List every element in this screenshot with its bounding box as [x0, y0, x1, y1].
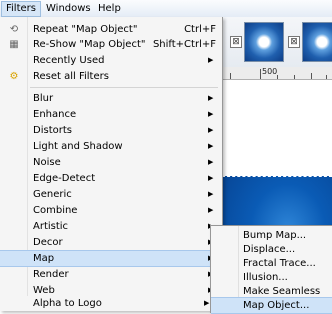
submenu-item-label: Fractal Trace...	[243, 258, 316, 269]
submenu-item-label: Displace...	[243, 244, 296, 255]
menu-item-label: Repeat "Map Object"	[33, 24, 138, 35]
menu-item-label: Noise	[33, 157, 61, 168]
ruler-tick	[311, 73, 312, 79]
menu-item-label: Decor	[33, 237, 63, 248]
ruler-tick	[260, 69, 261, 79]
menu-item-label: Reset all Filters	[33, 71, 109, 82]
menu-item-label: Enhance	[33, 109, 77, 120]
menu-item-alpha-to-logo[interactable]: Alpha to Logo ▶	[0, 296, 210, 311]
ruler-tick	[326, 75, 327, 79]
menu-item-blur[interactable]: Blur ▶	[0, 91, 222, 106]
submenu-item-fractal-trace[interactable]: Fractal Trace...	[211, 256, 332, 271]
menu-item-label: Alpha to Logo	[33, 298, 102, 309]
submenu-item-label: Illusion...	[243, 272, 288, 283]
submenu-arrow-icon: ▶	[208, 174, 214, 182]
menu-item-enhance[interactable]: Enhance ▶	[0, 107, 222, 122]
canvas-area[interactable]	[222, 80, 332, 176]
menu-item-edge-detect[interactable]: Edge-Detect ▶	[0, 171, 222, 186]
submenu-arrow-icon: ▶	[208, 94, 214, 102]
submenu-item-illusion[interactable]: Illusion...	[211, 270, 332, 285]
menu-item-label: Re-Show "Map Object"	[33, 39, 146, 50]
menu-item-shortcut: Ctrl+F	[184, 24, 216, 35]
ruler-tick	[277, 75, 278, 79]
menu-item-label: Combine	[33, 205, 78, 216]
submenu-arrow-icon: ▶	[208, 110, 214, 118]
menu-item-label: Artistic	[33, 221, 69, 232]
submenu-arrow-icon: ▶	[208, 190, 214, 198]
close-tab-icon[interactable]: ⊠	[288, 36, 300, 48]
menu-item-distorts[interactable]: Distorts ▶	[0, 123, 222, 138]
submenu-arrow-icon: ▶	[204, 299, 210, 307]
repeat-icon: ⟲	[9, 24, 19, 35]
menu-item-combine[interactable]: Combine ▶	[0, 203, 222, 218]
menu-item-noise[interactable]: Noise ▶	[0, 155, 222, 170]
submenu-item-displace[interactable]: Displace...	[211, 242, 332, 257]
submenu-item-map-object[interactable]: Map Object...	[211, 297, 332, 314]
submenu-item-bump-map[interactable]: Bump Map...	[211, 228, 332, 243]
menu-filters[interactable]: Filters	[1, 1, 41, 17]
menu-item-generic[interactable]: Generic ▶	[0, 187, 222, 202]
selection-marching-ants	[222, 176, 332, 177]
ruler-tick	[294, 75, 295, 79]
menu-item-recently-used[interactable]: Recently Used ▶	[0, 53, 222, 68]
image-tabs-bar: ⊠ ⊠	[222, 17, 332, 68]
menu-item-label: Recently Used	[33, 55, 105, 66]
submenu-arrow-icon: ▶	[208, 142, 214, 150]
menu-help[interactable]: Help	[94, 2, 125, 16]
menu-item-label: Distorts	[33, 125, 72, 136]
menu-item-decor[interactable]: Decor ▶	[0, 235, 222, 250]
filters-menu: ⟲ Repeat "Map Object" Ctrl+F ▦ Re-Show "…	[0, 17, 223, 312]
reshow-icon: ▦	[9, 39, 19, 50]
menu-item-label: Map	[33, 253, 55, 264]
image-tab-thumbnail[interactable]	[244, 22, 284, 62]
submenu-item-label: Bump Map...	[243, 230, 307, 241]
menu-windows[interactable]: Windows	[42, 2, 95, 16]
close-tab-icon[interactable]: ⊠	[230, 36, 242, 48]
image-tab-thumbnail[interactable]	[302, 22, 332, 62]
menu-separator	[30, 87, 218, 88]
submenu-item-label: Map Object...	[243, 300, 310, 311]
menu-item-artistic[interactable]: Artistic ▶	[0, 219, 222, 234]
submenu-arrow-icon: ▶	[208, 158, 214, 166]
submenu-arrow-icon: ▶	[208, 126, 214, 134]
menu-item-render[interactable]: Render ▶	[0, 267, 222, 282]
menu-item-label: Light and Shadow	[33, 141, 123, 152]
menu-item-reset-all-filters[interactable]: ⚙ Reset all Filters	[0, 69, 222, 84]
menubar: Filters Windows Help	[0, 0, 332, 18]
menu-item-label: Blur	[33, 93, 54, 104]
menu-item-reshow[interactable]: ▦ Re-Show "Map Object" Shift+Ctrl+F	[0, 37, 222, 52]
ruler-tick	[230, 73, 231, 79]
menu-item-label: Generic	[33, 189, 72, 200]
map-submenu: Bump Map... Displace... Fractal Trace...…	[210, 225, 332, 314]
ruler-label: 500	[262, 67, 278, 76]
menu-item-label: Edge-Detect	[33, 173, 96, 184]
horizontal-ruler: 500	[222, 67, 332, 80]
menu-item-map[interactable]: Map ▶	[0, 250, 222, 267]
submenu-arrow-icon: ▶	[208, 206, 214, 214]
reset-icon: ⚙	[9, 71, 19, 82]
menu-item-shortcut: Shift+Ctrl+F	[152, 39, 216, 50]
menu-item-repeat[interactable]: ⟲ Repeat "Map Object" Ctrl+F	[0, 22, 222, 37]
submenu-arrow-icon: ▶	[208, 56, 214, 64]
menu-item-label: Render	[33, 269, 69, 280]
menu-item-light-and-shadow[interactable]: Light and Shadow ▶	[0, 139, 222, 154]
